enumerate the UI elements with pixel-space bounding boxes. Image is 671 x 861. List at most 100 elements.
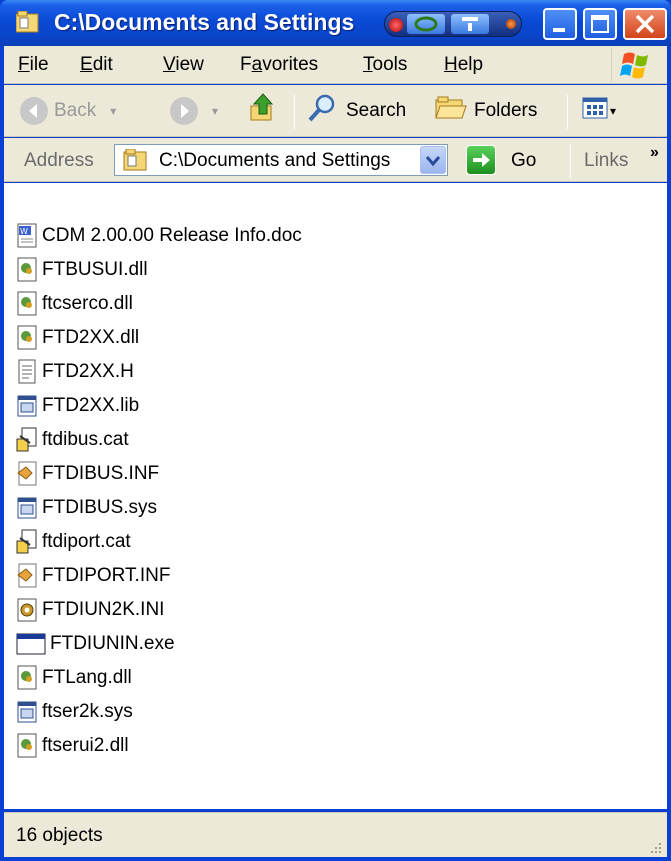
file-name: ftcserco.dll	[42, 293, 133, 314]
file-name: FTLang.dll	[42, 667, 132, 688]
views-dropdown-icon: ▾	[610, 104, 617, 118]
back-dropdown-icon[interactable]: ▾	[110, 104, 116, 118]
resize-grip-icon[interactable]	[649, 839, 663, 853]
file-item[interactable]: FTDIUNIN.exe	[16, 629, 175, 659]
file-name: FTBUSUI.dll	[42, 259, 148, 280]
menu-view[interactable]: View	[163, 54, 204, 76]
search-icon	[306, 92, 338, 130]
system-file-icon	[16, 699, 38, 725]
views-button[interactable]: ▾	[582, 91, 616, 131]
standard-toolbar: Back ▾ ▾ Search Folders ▾	[4, 85, 667, 137]
up-folder-icon	[248, 92, 278, 130]
address-label: Address	[24, 150, 94, 171]
dll-file-icon	[16, 733, 38, 759]
file-item[interactable]: ftserui2.dll	[16, 731, 129, 761]
system-file-icon	[16, 393, 38, 419]
title-bar[interactable]: C:\Documents and Settings	[0, 0, 671, 46]
folder-icon	[15, 10, 40, 33]
menu-help[interactable]: Help	[444, 54, 483, 76]
nvidia-toolbar[interactable]	[384, 11, 522, 37]
maximize-button[interactable]	[583, 8, 617, 40]
file-item[interactable]: FTDIBUS.sys	[16, 493, 157, 523]
word-document-icon: W	[16, 223, 38, 249]
security-catalog-icon	[16, 529, 38, 555]
file-item[interactable]: ftdiport.cat	[16, 527, 131, 557]
go-button[interactable]: Go	[511, 150, 536, 172]
views-icon	[582, 96, 608, 126]
file-item[interactable]: ftdibus.cat	[16, 425, 129, 455]
address-input[interactable]: C:\Documents and Settings	[114, 144, 448, 176]
svg-text:W: W	[20, 227, 28, 236]
file-name: FTDIUNIN.exe	[50, 633, 175, 654]
file-item[interactable]: FTDIPORT.INF	[16, 561, 170, 591]
back-button[interactable]: Back ▾	[20, 91, 116, 131]
address-separator	[570, 144, 571, 178]
object-count: 16 objects	[16, 825, 103, 846]
file-name: FTDIPORT.INF	[42, 565, 171, 586]
file-item[interactable]: ftser2k.sys	[16, 697, 133, 727]
go-arrow-icon[interactable]	[466, 145, 496, 175]
file-name: FTD2XX.H	[42, 361, 134, 382]
file-name: ftserui2.dll	[42, 735, 129, 756]
folders-icon	[434, 94, 468, 128]
file-item[interactable]: FTD2XX.dll	[16, 323, 139, 353]
explorer-window: C:\Documents and Settings File Edit View…	[0, 0, 671, 861]
system-file-icon	[16, 495, 38, 521]
dll-file-icon	[16, 325, 38, 351]
search-button[interactable]: Search	[306, 91, 406, 131]
setup-information-icon	[16, 563, 38, 589]
file-item[interactable]: FTD2XX.H	[16, 357, 134, 387]
file-list[interactable]: W CDM 2.00.00 Release Info.doc FTBUSUI.d…	[4, 183, 667, 809]
file-name: ftdiport.cat	[42, 531, 131, 552]
file-name: FTD2XX.dll	[42, 327, 140, 348]
address-folder-icon	[123, 148, 149, 177]
dll-file-icon	[16, 257, 38, 283]
forward-button[interactable]: ▾	[170, 91, 218, 131]
menu-favorites[interactable]: Favorites	[240, 54, 318, 76]
up-folder-button[interactable]	[248, 91, 278, 131]
chevron-right-icon[interactable]: »	[650, 144, 659, 162]
window-manager-icon[interactable]	[451, 14, 489, 34]
windows-logo-icon	[611, 48, 661, 82]
toolbar-separator	[294, 95, 295, 129]
file-name: FTDIBUS.sys	[42, 497, 158, 518]
file-name: ftdibus.cat	[42, 429, 129, 450]
file-item[interactable]: FTDIBUS.INF	[16, 459, 159, 489]
folders-label: Folders	[474, 100, 538, 121]
file-item[interactable]: FTBUSUI.dll	[16, 255, 148, 285]
file-item[interactable]: FTLang.dll	[16, 663, 132, 693]
back-label: Back	[54, 100, 97, 121]
back-arrow-icon	[20, 97, 48, 125]
file-name: CDM 2.00.00 Release Info.doc	[42, 225, 302, 246]
status-dot-icon	[506, 19, 516, 29]
text-file-icon	[16, 359, 38, 385]
dll-file-icon	[16, 665, 38, 691]
record-icon[interactable]	[389, 18, 403, 32]
folders-button[interactable]: Folders	[434, 91, 537, 131]
file-item[interactable]: FTD2XX.lib	[16, 391, 139, 421]
menu-bar: File Edit View Favorites Tools Help	[4, 46, 667, 84]
links-button[interactable]: Links	[584, 150, 628, 172]
file-name: ftser2k.sys	[42, 701, 133, 722]
file-name: FTDIUN2K.INI	[42, 599, 165, 620]
forward-dropdown-icon[interactable]: ▾	[212, 104, 218, 118]
file-item[interactable]: ftcserco.dll	[16, 289, 133, 319]
setup-information-icon	[16, 461, 38, 487]
nvidia-logo-icon[interactable]	[407, 14, 445, 34]
address-value: C:\Documents and Settings	[159, 150, 391, 171]
minimize-button[interactable]	[543, 8, 577, 40]
close-button[interactable]	[623, 8, 667, 40]
menu-edit[interactable]: Edit	[80, 54, 113, 76]
file-item[interactable]: W CDM 2.00.00 Release Info.doc	[16, 221, 302, 251]
window-title: C:\Documents and Settings	[54, 9, 355, 35]
dll-file-icon	[16, 291, 38, 317]
status-bar: 16 objects	[4, 812, 667, 857]
menu-file[interactable]: File	[18, 54, 49, 76]
file-name: FTD2XX.lib	[42, 395, 140, 416]
file-item[interactable]: FTDIUN2K.INI	[16, 595, 164, 625]
file-name: FTDIBUS.INF	[42, 463, 160, 484]
address-dropdown-icon[interactable]	[420, 146, 446, 174]
menu-tools[interactable]: Tools	[363, 54, 407, 76]
security-catalog-icon	[16, 427, 38, 453]
toolbar-separator	[567, 95, 568, 129]
